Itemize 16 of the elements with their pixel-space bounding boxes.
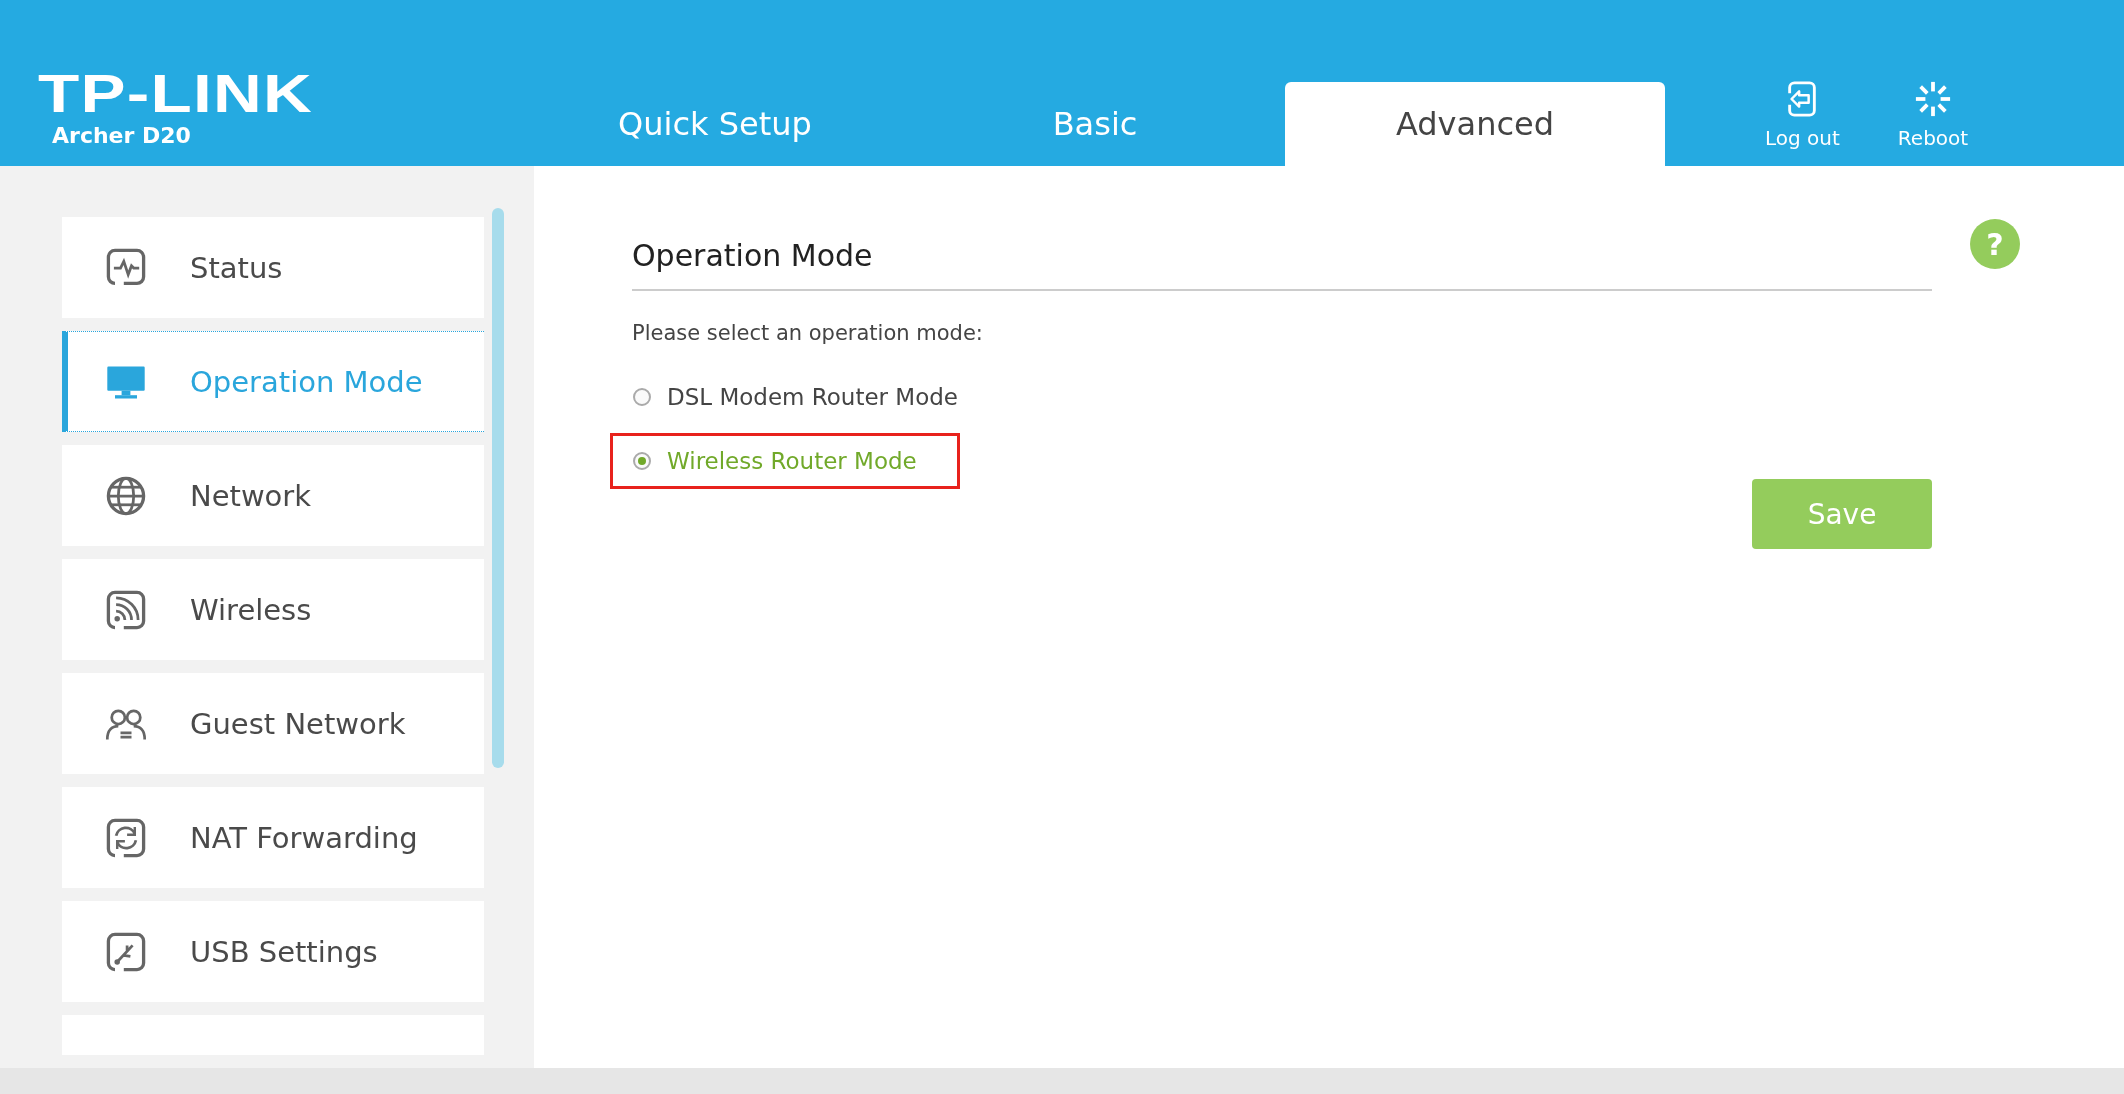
- sidebar-item[interactable]: USB Settings: [62, 901, 484, 1002]
- radio-button[interactable]: [633, 452, 651, 470]
- model-name: Archer D20: [52, 123, 192, 148]
- sidebar-item[interactable]: Network: [62, 445, 484, 546]
- sidebar-item[interactable]: Wireless: [62, 559, 484, 660]
- nav-tab[interactable]: Advanced: [1285, 82, 1665, 166]
- section-title: Operation Mode: [632, 238, 1932, 291]
- scrollbar[interactable]: [492, 208, 504, 768]
- sidebar-item[interactable]: Status: [62, 217, 484, 318]
- radio-option[interactable]: DSL Modem Router Mode: [633, 384, 958, 410]
- instruction-text: Please select an operation mode:: [632, 321, 984, 345]
- sidebar-item[interactable]: Guest Network: [62, 673, 484, 774]
- radio-button[interactable]: [633, 388, 651, 406]
- sidebar-item[interactable]: NAT Forwarding: [62, 787, 484, 888]
- logo: TP-LINK: [38, 69, 313, 117]
- reboot-icon: [1914, 80, 1952, 118]
